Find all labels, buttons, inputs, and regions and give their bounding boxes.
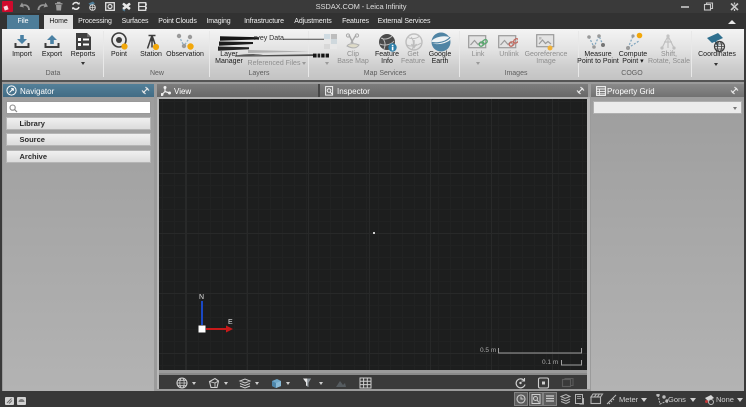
svg-text:E: E <box>228 319 233 326</box>
svg-text:N: N <box>199 294 204 301</box>
